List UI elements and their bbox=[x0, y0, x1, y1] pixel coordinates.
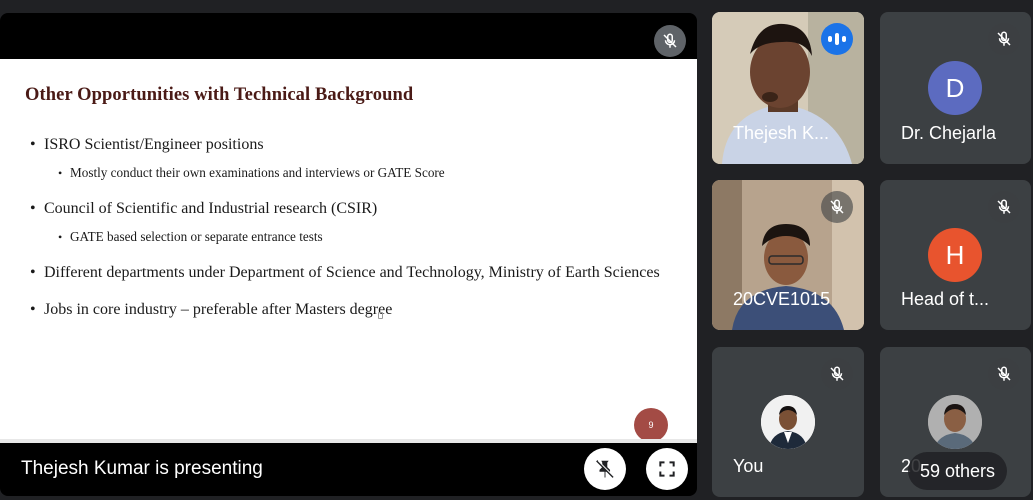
slide-divider bbox=[0, 439, 697, 443]
participant-tile[interactable]: D Dr. Chejarla bbox=[880, 12, 1031, 164]
slide-bullet: Council of Scientific and Industrial res… bbox=[30, 193, 670, 224]
fullscreen-icon bbox=[659, 461, 675, 477]
mic-off-icon bbox=[988, 358, 1020, 390]
unpin-button[interactable] bbox=[584, 448, 626, 490]
slide-title: Other Opportunities with Technical Backg… bbox=[25, 85, 414, 105]
presentation-stage: Other Opportunities with Technical Backg… bbox=[0, 13, 697, 496]
participant-name: Head of t... bbox=[901, 289, 990, 309]
mic-off-icon bbox=[654, 25, 686, 57]
mic-off-icon bbox=[821, 191, 853, 223]
others-count-button[interactable]: 59 others bbox=[908, 452, 1008, 490]
presenting-label: Thejesh Kumar is presenting bbox=[21, 458, 263, 479]
avatar bbox=[761, 395, 815, 449]
participant-name: Dr. Chejarla bbox=[901, 123, 997, 143]
mouse-cursor-icon bbox=[378, 312, 383, 319]
slide-page-number: 9 bbox=[634, 408, 668, 442]
participant-name: Thejesh K... bbox=[733, 123, 830, 143]
avatar: D bbox=[928, 61, 982, 115]
participant-name: 20CVE1015 bbox=[733, 289, 831, 309]
slide-sub-bullet: Mostly conduct their own examinations an… bbox=[30, 163, 670, 183]
audio-bars-icon bbox=[821, 23, 853, 55]
slide-body: ISRO Scientist/Engineer positions Mostly… bbox=[30, 129, 670, 325]
slide-bullet: Jobs in core industry – preferable after… bbox=[30, 294, 670, 325]
mic-off-icon bbox=[988, 191, 1020, 223]
mic-off-icon bbox=[821, 358, 853, 390]
slide-bullet: ISRO Scientist/Engineer positions bbox=[30, 129, 670, 160]
participant-tile[interactable]: H Head of t... bbox=[880, 180, 1031, 330]
avatar: H bbox=[928, 228, 982, 282]
slide-bullet: Different departments under Department o… bbox=[30, 257, 670, 288]
participant-tile[interactable]: 20CVE1015 bbox=[712, 180, 864, 330]
slide-sub-bullet: GATE based selection or separate entranc… bbox=[30, 227, 670, 247]
pin-off-icon bbox=[596, 460, 615, 478]
mic-off-icon bbox=[988, 23, 1020, 55]
slide: Other Opportunities with Technical Backg… bbox=[0, 59, 697, 443]
participant-name: You bbox=[733, 456, 764, 476]
participant-tile[interactable]: Thejesh K... bbox=[712, 12, 864, 164]
avatar bbox=[928, 395, 982, 449]
participant-tile[interactable]: You bbox=[712, 347, 864, 497]
fullscreen-button[interactable] bbox=[646, 448, 688, 490]
